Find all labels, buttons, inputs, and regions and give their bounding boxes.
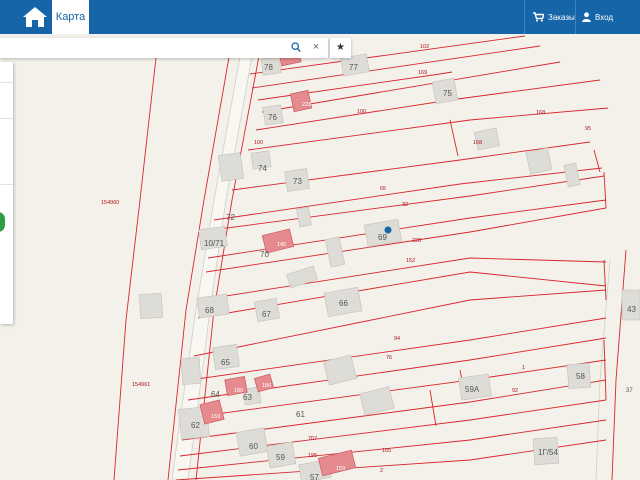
building-label: 73 xyxy=(293,177,302,186)
building-label: 62 xyxy=(191,421,200,430)
area-label: 186 xyxy=(262,383,271,389)
parcel-label: 95 xyxy=(585,126,591,132)
home-icon xyxy=(23,7,47,27)
orders-label: Заказы xyxy=(548,12,575,22)
parcel-label: 65 xyxy=(380,186,386,192)
cadastral-map[interactable]: 78 77 75 76 74 73 72 10/71 70 69 68 67 6… xyxy=(0,0,640,480)
parcel-label: 100 xyxy=(357,109,366,115)
search-input[interactable] xyxy=(4,40,288,58)
area-label: 228 xyxy=(302,102,311,108)
building-label: 69 xyxy=(378,233,387,242)
building-label: 61 xyxy=(296,410,305,419)
building-label: 76 xyxy=(268,113,277,122)
building-label: 74 xyxy=(258,164,267,173)
login-label: Вход xyxy=(595,12,614,22)
home-button[interactable] xyxy=(22,5,48,29)
tab-map[interactable]: Карта xyxy=(52,0,89,34)
panel-divider xyxy=(0,118,13,119)
parcel-label: 165 xyxy=(382,448,391,454)
nav-divider xyxy=(524,0,525,34)
parcel-label: 152 xyxy=(406,258,415,264)
side-panel xyxy=(0,62,13,324)
login-button[interactable]: Вход xyxy=(582,0,613,34)
parcel-label: 100 xyxy=(254,140,263,146)
building-label: 10/71 xyxy=(204,239,225,248)
building-label: 59 xyxy=(276,453,285,462)
parcel-label: 94 xyxy=(394,336,400,342)
parcel-label: 92 xyxy=(512,388,518,394)
building-label: 37 xyxy=(626,388,633,394)
parcel-label: 2 xyxy=(380,468,383,474)
parcel-label: 1 xyxy=(522,365,525,371)
location-marker[interactable] xyxy=(384,226,392,234)
parcel-label: 102 xyxy=(420,44,429,50)
favorites-button[interactable]: ★ xyxy=(330,38,351,58)
area-label: 159 xyxy=(336,466,345,472)
panel-action-button[interactable] xyxy=(0,212,5,232)
parcel-label: 154960 xyxy=(101,200,119,206)
parcel-label: 32 xyxy=(402,202,408,208)
building-label: 60 xyxy=(249,442,258,451)
building-label: 72 xyxy=(226,213,235,222)
building-label: 57 xyxy=(310,473,319,480)
building-label: 1Г/54 xyxy=(538,448,558,457)
building-label: 77 xyxy=(349,63,358,72)
parcel-label: 76 xyxy=(386,355,392,361)
orders-button[interactable]: Заказы xyxy=(533,0,575,34)
building-label: 64 xyxy=(211,390,220,399)
close-icon[interactable]: × xyxy=(310,41,322,54)
parcel-label: 168 xyxy=(536,110,545,116)
building-label: 63 xyxy=(243,393,252,402)
parcel-label: 169 xyxy=(418,70,427,76)
parcel-label: 154961 xyxy=(132,382,150,388)
area-label: 145 xyxy=(277,242,286,248)
area-label: 159 xyxy=(211,414,220,420)
parcel-label: 195 xyxy=(308,453,317,459)
search-bar: × xyxy=(0,38,328,58)
building-label: 66 xyxy=(339,299,348,308)
building-label: 59А xyxy=(465,385,480,394)
area-label: 180 xyxy=(234,388,243,394)
nav-divider xyxy=(575,0,576,34)
panel-divider xyxy=(0,82,13,83)
top-navigation-bar: Карта Заказы Вход xyxy=(0,0,640,34)
parcel-label: 168 xyxy=(473,140,482,146)
building-label: 58 xyxy=(576,372,585,381)
building-label: 75 xyxy=(443,89,452,98)
building-label: 43 xyxy=(627,305,636,314)
building-label: 68 xyxy=(205,306,214,315)
building-label: 78 xyxy=(264,63,273,72)
user-icon xyxy=(582,12,591,22)
building-label: 65 xyxy=(221,358,230,367)
search-icon[interactable] xyxy=(291,42,301,53)
building-label: 70 xyxy=(260,250,269,259)
panel-divider xyxy=(0,184,13,185)
building-label: 67 xyxy=(262,310,271,319)
parcel-label: 707 xyxy=(308,436,317,442)
parcel-label: 228 xyxy=(412,238,421,244)
cart-icon xyxy=(533,12,544,22)
